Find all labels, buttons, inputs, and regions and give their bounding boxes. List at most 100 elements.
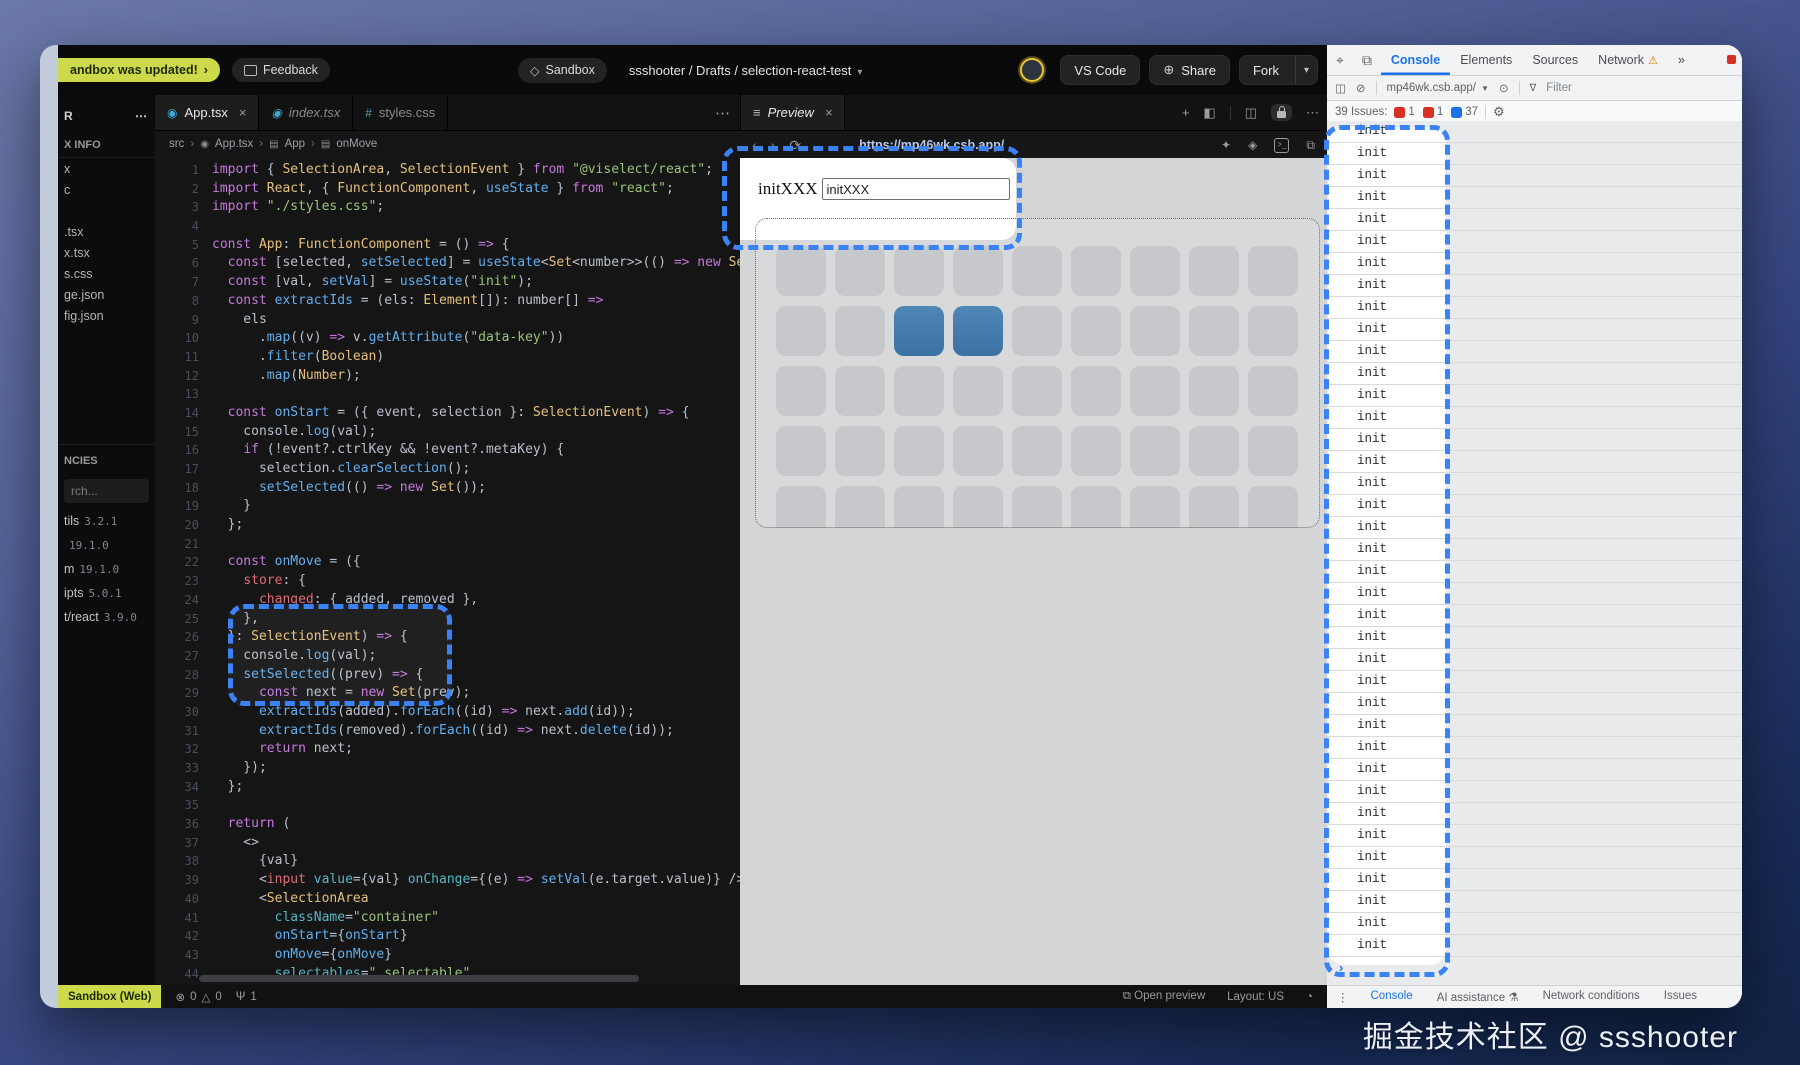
code-line[interactable]: 12 .map(Number); — [155, 367, 740, 386]
code-line[interactable]: 42 onStart={onStart} — [155, 927, 740, 946]
code-line[interactable]: 30 extractIds(added).forEach((id) => nex… — [155, 703, 740, 722]
console-log-row[interactable]: init — [1327, 143, 1742, 165]
selectable-square[interactable] — [776, 246, 826, 296]
sandbox-chip[interactable]: ◇ Sandbox — [517, 57, 607, 83]
editor-breadcrumb[interactable]: src › ◉ App.tsx › ▤ App › ▤ onMove — [155, 131, 740, 157]
code-line[interactable]: 9 els — [155, 311, 740, 330]
drawer-menu-icon[interactable]: ⋮ — [1327, 990, 1359, 1004]
code-line[interactable]: 20 }; — [155, 516, 740, 535]
console-log-row[interactable]: init — [1327, 187, 1742, 209]
console-log-row[interactable]: init — [1327, 539, 1742, 561]
update-banner[interactable]: andbox was updated! › — [58, 58, 220, 82]
tab-index.tsx[interactable]: ◉ index.tsx — [259, 95, 354, 130]
dependency-item[interactable]: 19.1.0 — [58, 533, 155, 557]
code-line[interactable]: 38 {val} — [155, 852, 740, 871]
more-tabs-icon[interactable]: » — [1668, 45, 1695, 75]
code-line[interactable]: 41 className="container" — [155, 909, 740, 928]
selectable-square[interactable] — [776, 426, 826, 476]
code-line[interactable]: 25 }, — [155, 610, 740, 629]
selectable-square[interactable] — [1071, 306, 1121, 356]
console-log-row[interactable]: init — [1327, 341, 1742, 363]
selectable-square[interactable] — [776, 366, 826, 416]
console-log-row[interactable]: init — [1327, 737, 1742, 759]
file-item[interactable]: s.css — [58, 263, 155, 284]
console-log-row[interactable]: init — [1327, 803, 1742, 825]
console-log-row[interactable]: init — [1327, 407, 1742, 429]
console-log-row[interactable]: init — [1327, 649, 1742, 671]
code-line[interactable]: 35 — [155, 796, 740, 815]
console-prompt[interactable]: › — [1327, 957, 1742, 978]
code-line[interactable]: 8 const extractIds = (els: Element[]): n… — [155, 292, 740, 311]
selectable-square[interactable] — [1012, 486, 1062, 528]
open-preview-button[interactable]: ⧉ Open preview — [1123, 990, 1205, 1003]
dependencies-header[interactable]: NCIES — [58, 444, 155, 473]
devtools-tab-sources[interactable]: Sources — [1522, 45, 1588, 75]
console-log-row[interactable]: init — [1327, 561, 1742, 583]
file-item[interactable]: .tsx — [58, 221, 155, 242]
console-log-row[interactable]: init — [1327, 121, 1742, 143]
code-line[interactable]: 26 }: SelectionEvent) => { — [155, 628, 740, 647]
breadcrumb-segment[interactable]: App — [285, 138, 305, 150]
code-area[interactable]: 1 import { SelectionArea, SelectionEvent … — [155, 157, 740, 983]
lock-icon[interactable] — [1271, 104, 1292, 121]
selectable-square[interactable] — [1248, 246, 1298, 296]
code-line[interactable]: 28 setSelected((prev) => { — [155, 666, 740, 685]
value-input[interactable] — [821, 178, 1010, 200]
code-line[interactable]: 27 console.log(val); — [155, 647, 740, 666]
selection-container[interactable] — [755, 218, 1320, 528]
code-line[interactable]: 15 console.log(val); — [155, 423, 740, 442]
selectable-square[interactable] — [835, 486, 885, 528]
settings-gear-icon[interactable]: ⚙ — [1493, 104, 1505, 120]
eye-icon[interactable]: ⊙ — [1499, 81, 1509, 95]
breadcrumb-segment[interactable]: onMove — [336, 138, 377, 150]
selectable-square-selected[interactable] — [894, 306, 944, 356]
console-log-row[interactable]: init — [1327, 759, 1742, 781]
selectable-square[interactable] — [894, 486, 944, 528]
console-log-row[interactable]: init — [1327, 869, 1742, 891]
selectable-square-selected[interactable] — [953, 306, 1003, 356]
console-log-row[interactable]: init — [1327, 473, 1742, 495]
selectable-square[interactable] — [1189, 426, 1239, 476]
tab-preview[interactable]: ≡ Preview × — [741, 95, 846, 130]
code-line[interactable]: 19 } — [155, 497, 740, 516]
back-icon[interactable]: ‹ — [752, 137, 757, 154]
code-line[interactable]: 2 import React, { FunctionComponent, useS… — [155, 180, 740, 199]
split-view-icon[interactable]: ◫ — [1245, 105, 1257, 121]
code-line[interactable]: 31 extractIds(removed).forEach((id) => n… — [155, 722, 740, 741]
dependency-search-input[interactable]: rch... — [64, 479, 149, 503]
dependency-item[interactable]: t/react 3.9.0 — [58, 605, 155, 629]
environment-badge[interactable]: Sandbox (Web) — [58, 985, 162, 1008]
selectable-square[interactable] — [894, 366, 944, 416]
device-toolbar-icon[interactable]: ⧉ — [1353, 52, 1381, 69]
selectable-square[interactable] — [1189, 246, 1239, 296]
dependency-item[interactable]: tils 3.2.1 — [58, 509, 155, 533]
code-line[interactable]: 4 — [155, 217, 740, 236]
selectable-square[interactable] — [1189, 366, 1239, 416]
selectable-square[interactable] — [776, 306, 826, 356]
file-item[interactable]: x — [58, 158, 155, 179]
console-log-row[interactable]: init — [1327, 231, 1742, 253]
more-options-icon[interactable]: ⋯ — [1306, 105, 1319, 121]
tab-overflow-menu[interactable]: ⋯ — [715, 95, 730, 130]
fork-dropdown[interactable]: ▾ — [1294, 56, 1317, 84]
code-line[interactable]: 23 store: { — [155, 572, 740, 591]
selectable-square[interactable] — [1071, 246, 1121, 296]
selectable-square[interactable] — [953, 366, 1003, 416]
code-line[interactable]: 39 <input value={val} onChange={(e) => s… — [155, 871, 740, 890]
sidebar-menu-icon[interactable]: ⋯ — [135, 109, 147, 123]
selectable-square[interactable] — [1248, 306, 1298, 356]
issue-badge[interactable]: 1 — [1422, 106, 1443, 118]
selectable-square[interactable] — [1248, 366, 1298, 416]
selectable-square[interactable] — [1012, 306, 1062, 356]
issue-badge[interactable]: 1 — [1394, 106, 1415, 118]
clear-console-icon[interactable]: ⊘ — [1356, 81, 1366, 95]
selectable-square[interactable] — [1012, 246, 1062, 296]
devtools-tab-console[interactable]: Console — [1381, 45, 1450, 75]
selectable-square[interactable] — [1130, 246, 1180, 296]
bell-icon[interactable]: ◔ — [1306, 991, 1313, 1003]
selectable-square[interactable] — [1130, 366, 1180, 416]
console-log-row[interactable]: init — [1327, 385, 1742, 407]
selectable-square[interactable] — [894, 426, 944, 476]
selectable-square[interactable] — [1189, 486, 1239, 528]
code-line[interactable]: 22 const onMove = ({ — [155, 553, 740, 572]
